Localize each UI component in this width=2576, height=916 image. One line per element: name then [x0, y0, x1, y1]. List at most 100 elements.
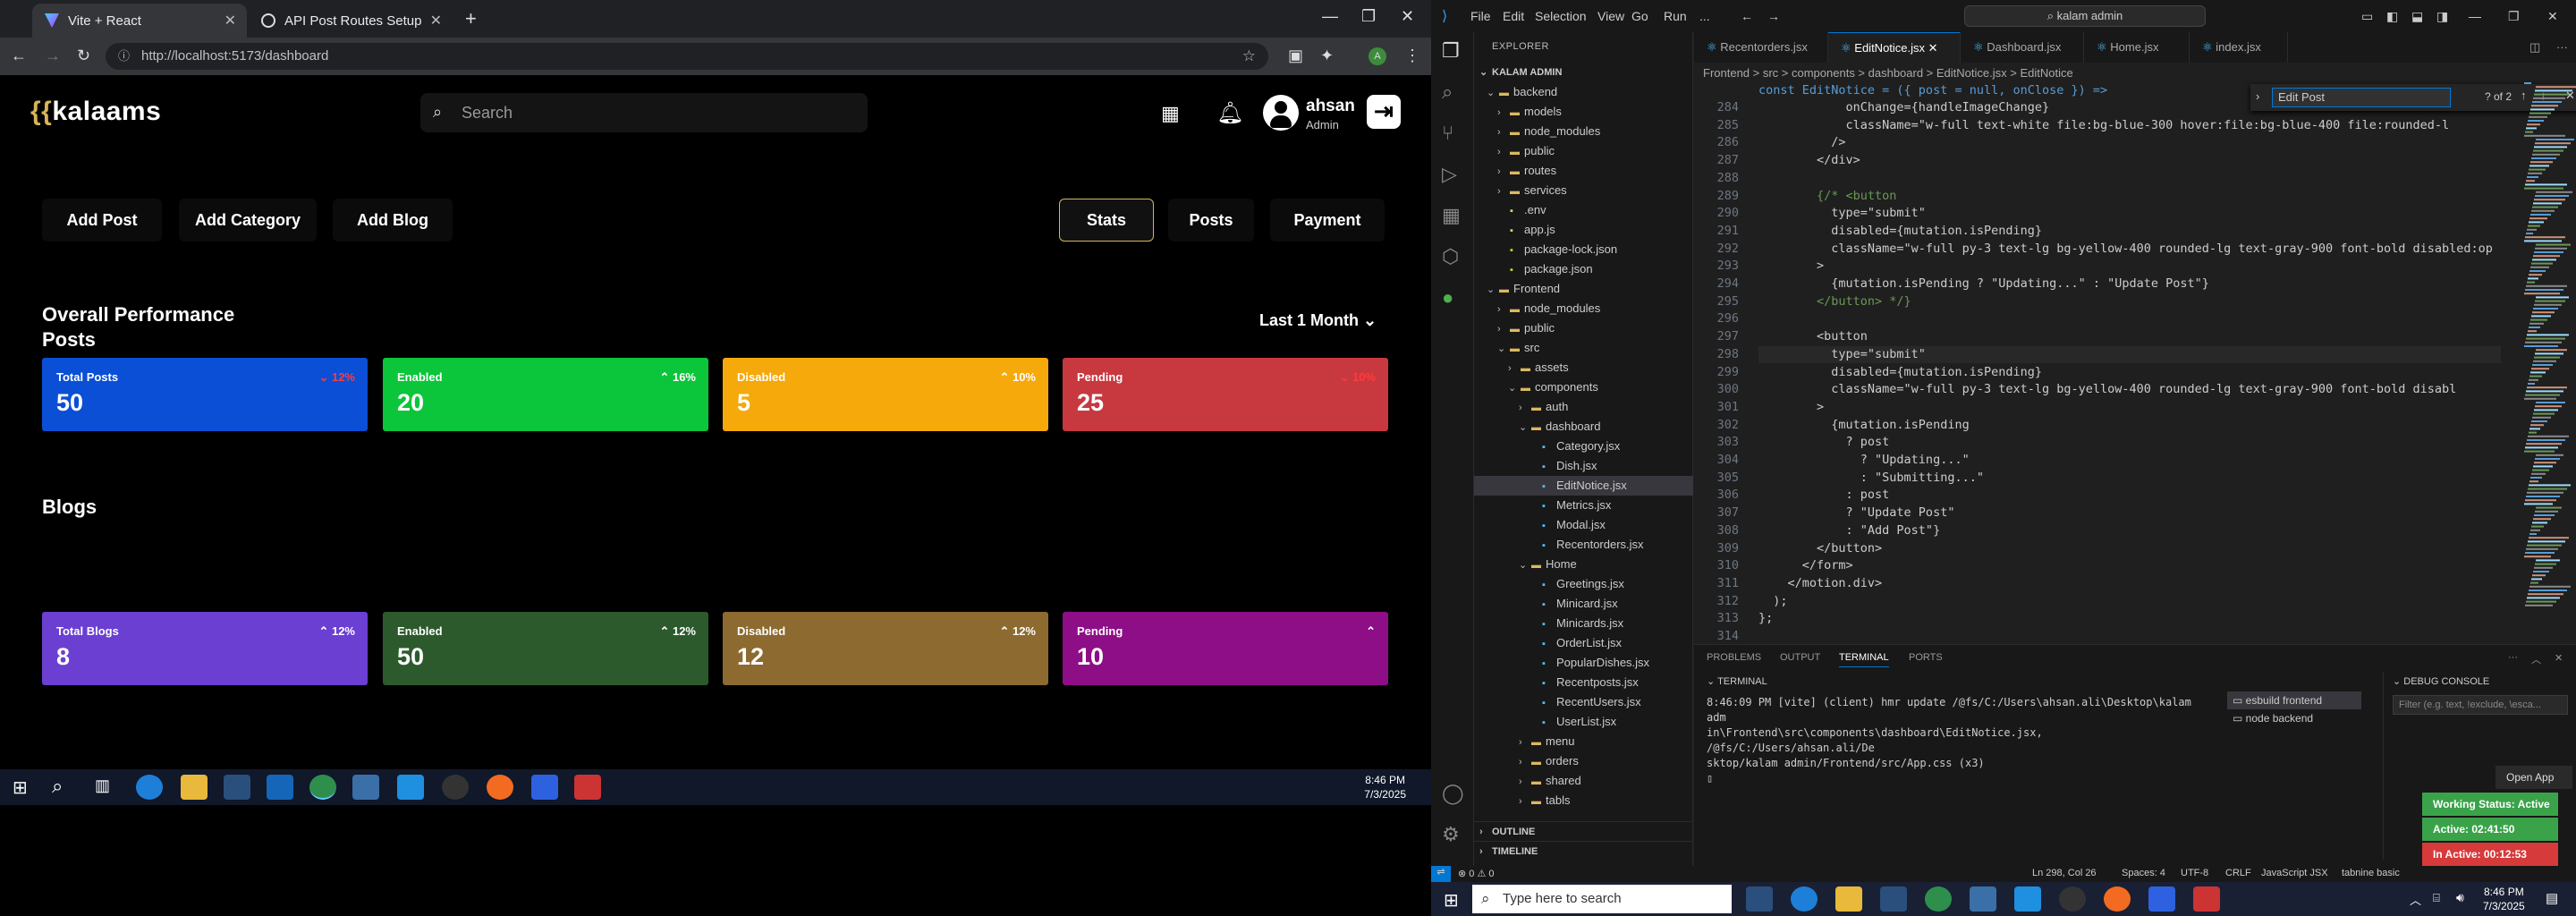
- account-icon[interactable]: ◯: [1442, 782, 1464, 805]
- menu-view[interactable]: View: [1597, 9, 1624, 23]
- vscode-icon[interactable]: [397, 775, 424, 800]
- secondary-sidebar-icon[interactable]: ◨: [2436, 9, 2448, 24]
- tray-chevron-icon[interactable]: ︿: [2410, 891, 2421, 908]
- menu-go[interactable]: Go: [1631, 9, 1648, 23]
- chrome-icon[interactable]: [309, 775, 336, 800]
- search-icon[interactable]: ⌕: [1442, 81, 1453, 104]
- command-center[interactable]: ⌕ kalam admin: [1964, 5, 2206, 27]
- menu-more[interactable]: ...: [1699, 9, 1710, 23]
- tool-icon[interactable]: [2193, 886, 2220, 912]
- extension-icon[interactable]: ▣: [1288, 47, 1303, 65]
- tree-file[interactable]: ▪ .env: [1474, 200, 1693, 220]
- search-input[interactable]: ⌕ Search: [420, 93, 868, 132]
- layout-icon[interactable]: ▭: [2361, 9, 2373, 24]
- tree-folder[interactable]: › ▬ assets: [1474, 358, 1693, 377]
- postman-icon[interactable]: [2104, 886, 2131, 912]
- run-debug-icon[interactable]: ▷: [1442, 163, 1457, 186]
- open-app-button[interactable]: Open App: [2496, 766, 2572, 789]
- mongodb-icon[interactable]: ●: [1442, 286, 1453, 310]
- find-input[interactable]: Edit Post: [2272, 88, 2451, 107]
- editor-tab[interactable]: ⚛ Recentorders.jsx: [1694, 32, 1828, 63]
- tree-folder[interactable]: › ▬ models: [1474, 102, 1693, 122]
- eol-status[interactable]: CRLF: [2225, 868, 2251, 878]
- taskbar-clock[interactable]: 8:46 PM 7/3/2025: [2483, 885, 2525, 913]
- browser-tab-api[interactable]: API Post Routes Setup ✕: [249, 4, 453, 38]
- github-icon[interactable]: [442, 775, 469, 800]
- file-explorer-icon[interactable]: [1835, 886, 1862, 912]
- problems-status[interactable]: ⊗ 0 ⚠ 0: [1458, 868, 1494, 879]
- close-tab-icon[interactable]: ✕: [1925, 41, 1938, 55]
- debug-filter-input[interactable]: Filter (e.g. text, !exclude, \esca...: [2393, 695, 2568, 715]
- extensions-icon[interactable]: ▦: [1442, 204, 1461, 227]
- zoom-icon[interactable]: [531, 775, 558, 800]
- panel-toggle-icon[interactable]: ⬓: [2411, 9, 2423, 24]
- tree-folder[interactable]: › ▬ routes: [1474, 161, 1693, 181]
- tab-problems[interactable]: PROBLEMS: [1707, 652, 1761, 663]
- avatar[interactable]: [1263, 95, 1299, 131]
- back-icon[interactable]: ←: [11, 47, 27, 65]
- tree-folder[interactable]: › ▬ public: [1474, 318, 1693, 338]
- tree-folder[interactable]: ⌄ ▬ components: [1474, 377, 1693, 397]
- tree-file[interactable]: ▪ Minicards.jsx: [1474, 614, 1693, 633]
- postman-icon[interactable]: [487, 775, 513, 800]
- menu-selection[interactable]: Selection: [1535, 9, 1587, 23]
- posts-tab[interactable]: Posts: [1168, 199, 1254, 242]
- kalaams-logo[interactable]: {{kalaams: [30, 97, 161, 127]
- tree-folder[interactable]: ⌄ ▬ dashboard: [1474, 417, 1693, 437]
- chrome-icon[interactable]: [1925, 886, 1952, 912]
- tabnine-status[interactable]: tabnine basic: [2342, 868, 2400, 878]
- code-view[interactable]: const EditNotice = ({ post = null, onClo…: [1694, 82, 2501, 661]
- profile-icon[interactable]: A: [1368, 47, 1386, 65]
- edge-icon[interactable]: [136, 775, 163, 800]
- stats-tab[interactable]: Stats: [1059, 199, 1154, 242]
- explorer-icon[interactable]: ❐: [1442, 39, 1460, 63]
- zoom-icon[interactable]: [2148, 886, 2175, 912]
- remote-status-icon[interactable]: ⇌: [1431, 866, 1451, 882]
- tab-ports[interactable]: PORTS: [1909, 652, 1943, 663]
- nav-back-icon[interactable]: ←: [1741, 9, 1753, 23]
- panel-more-icon[interactable]: ···: [2508, 652, 2518, 663]
- close-window-icon[interactable]: ✕: [1401, 7, 1414, 26]
- windows-start-icon[interactable]: ⊞: [13, 776, 28, 799]
- editor-tab[interactable]: ⚛ Home.jsx: [2084, 32, 2190, 63]
- cursor-position[interactable]: Ln 298, Col 26: [2032, 868, 2097, 878]
- notifications-icon[interactable]: ▤: [2546, 890, 2558, 906]
- minimize-icon[interactable]: —: [2469, 9, 2481, 23]
- indentation-status[interactable]: Spaces: 4: [2122, 868, 2165, 878]
- tree-file[interactable]: ▪ UserList.jsx: [1474, 712, 1693, 732]
- tree-folder[interactable]: › ▬ tabls: [1474, 791, 1693, 810]
- more-actions-icon[interactable]: ···: [2544, 32, 2576, 63]
- terminal-item-node[interactable]: ▭ node backend: [2227, 709, 2361, 727]
- network-icon[interactable]: ⌸: [2433, 891, 2440, 905]
- tree-file[interactable]: ▪ app.js: [1474, 220, 1693, 240]
- tree-file[interactable]: ▪ OrderList.jsx: [1474, 633, 1693, 653]
- language-status[interactable]: JavaScript JSX: [2261, 868, 2328, 878]
- terminal-output[interactable]: 8:46:09 PM [vite] (client) hmr update /@…: [1707, 695, 2207, 786]
- vscode-icon[interactable]: [2014, 886, 2041, 912]
- nav-forward-icon[interactable]: →: [1767, 9, 1780, 23]
- add-post-button[interactable]: Add Post: [42, 199, 162, 242]
- tree-file[interactable]: ▪ EditNotice.jsx: [1474, 476, 1693, 496]
- tree-folder[interactable]: › ▬ auth: [1474, 397, 1693, 417]
- tree-folder[interactable]: › ▬ node_modules: [1474, 299, 1693, 318]
- timeline-section[interactable]: › TIMELINE: [1474, 841, 1693, 861]
- volume-icon[interactable]: 🔊︎: [2456, 890, 2464, 905]
- taskbar-search-input[interactable]: ⌕ Type here to search: [1472, 885, 1732, 913]
- tab-terminal[interactable]: TERMINAL: [1839, 652, 1889, 667]
- tree-folder[interactable]: › ▬ public: [1474, 141, 1693, 161]
- toggle-replace-icon[interactable]: ›: [2256, 89, 2259, 103]
- task-view-icon[interactable]: [1746, 886, 1773, 912]
- tree-file[interactable]: ▪ Recentposts.jsx: [1474, 673, 1693, 692]
- tool-icon[interactable]: [574, 775, 601, 800]
- minimap[interactable]: [2521, 82, 2576, 619]
- maximize-panel-icon[interactable]: ︿: [2531, 652, 2541, 666]
- editor-tab[interactable]: ⚛ EditNotice.jsx ✕: [1828, 32, 1961, 63]
- site-info-icon[interactable]: ⓘ: [118, 43, 130, 70]
- sidebar-toggle-icon[interactable]: ◧: [2386, 9, 2398, 24]
- file-explorer-icon[interactable]: [181, 775, 208, 800]
- search-icon[interactable]: ⌕: [52, 775, 63, 798]
- edge-icon[interactable]: [1791, 886, 1818, 912]
- logout-button[interactable]: ⇥: [1367, 95, 1401, 129]
- payment-tab[interactable]: Payment: [1270, 199, 1385, 242]
- forward-icon[interactable]: →: [45, 47, 61, 65]
